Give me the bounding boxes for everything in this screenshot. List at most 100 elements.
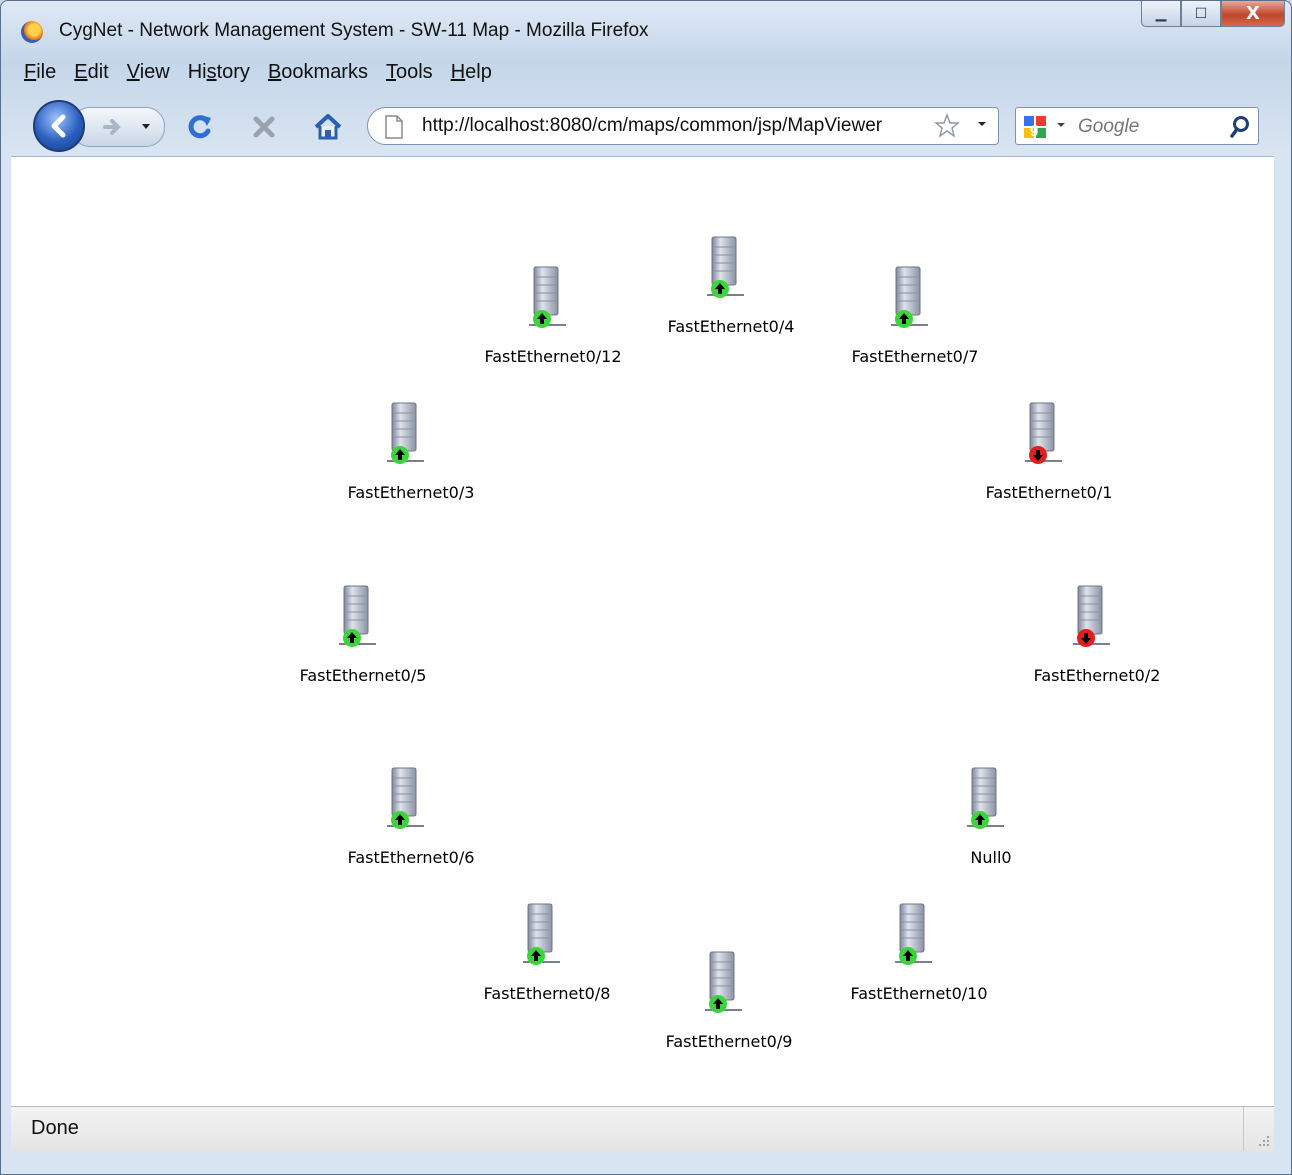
map-node[interactable]: FastEthernet0/5 — [273, 584, 453, 694]
firefox-icon — [21, 21, 43, 43]
menu-tools-accel: T — [385, 61, 396, 83]
map-node[interactable]: FastEthernet0/4 — [641, 235, 821, 345]
server-icon — [386, 767, 425, 829]
url-history-dropdown[interactable] — [976, 118, 988, 133]
server-icon — [966, 767, 1005, 829]
search-bar: g — [1015, 107, 1259, 145]
menu-view-label: iew — [139, 61, 170, 83]
node-label: FastEthernet0/1 — [985, 483, 1113, 502]
server-icon — [704, 951, 743, 1013]
node-label: FastEthernet0/4 — [667, 317, 795, 336]
map-viewer: FastEthernet0/4 FastEthernet0/12 FastEth… — [11, 156, 1274, 1106]
menu-bar: File Edit View History Bookmarks Tools H… — [15, 59, 501, 89]
map-node[interactable]: FastEthernet0/7 — [825, 265, 1005, 375]
map-node[interactable]: FastEthernet0/6 — [321, 766, 501, 876]
minimize-button[interactable]: ▁ — [1141, 1, 1181, 27]
server-icon — [338, 585, 377, 647]
menu-history-prefix: Hi — [187, 61, 207, 83]
menu-tools-label: ools — [395, 61, 433, 83]
status-badge — [533, 310, 551, 328]
history-dropdown-button[interactable] — [139, 115, 155, 137]
server-icon — [1072, 585, 1111, 647]
node-label: Null0 — [970, 848, 1012, 867]
node-label: FastEthernet0/10 — [850, 984, 988, 1003]
map-node[interactable]: Null0 — [901, 766, 1081, 876]
server-icon — [386, 402, 425, 464]
status-badge — [1077, 629, 1095, 647]
url-text[interactable]: http://localhost:8080/cm/maps/common/jsp… — [422, 115, 932, 137]
stop-button[interactable] — [247, 112, 281, 142]
google-engine-icon[interactable]: g — [1022, 114, 1054, 140]
status-badge — [709, 995, 727, 1013]
map-node[interactable]: FastEthernet0/9 — [639, 950, 819, 1060]
node-label: FastEthernet0/9 — [665, 1032, 793, 1051]
status-badge — [971, 811, 989, 829]
menu-history-accel: s — [206, 61, 217, 83]
engine-dropdown[interactable] — [1056, 120, 1066, 133]
forward-button[interactable] — [97, 112, 127, 142]
window-controls: ▁ ☐ X — [1141, 1, 1285, 27]
server-icon — [890, 266, 929, 328]
maximize-button[interactable]: ☐ — [1181, 1, 1221, 27]
server-icon — [522, 903, 561, 965]
map-node[interactable]: FastEthernet0/10 — [829, 902, 1009, 1012]
menu-help[interactable]: Help — [442, 59, 501, 89]
browser-window: CygNet - Network Management System - SW-… — [0, 0, 1292, 1175]
menu-help-label: elp — [465, 61, 492, 83]
map-node[interactable]: FastEthernet0/1 — [959, 401, 1139, 511]
node-label: FastEthernet0/2 — [1033, 666, 1161, 685]
menu-file-accel: F — [24, 61, 37, 83]
search-icon[interactable] — [1228, 114, 1252, 140]
status-badge — [527, 947, 545, 965]
node-label: FastEthernet0/3 — [347, 483, 475, 502]
map-node[interactable]: FastEthernet0/12 — [463, 265, 643, 375]
status-badge — [1029, 446, 1047, 464]
status-badge — [895, 310, 913, 328]
menu-view-accel: V — [126, 61, 140, 83]
menu-edit-accel: E — [74, 61, 88, 83]
menu-bookmarks-accel: B — [267, 61, 282, 83]
page-icon — [385, 115, 403, 139]
menu-bookmarks[interactable]: Bookmarks — [259, 59, 377, 89]
menu-edit-label: dit — [87, 61, 109, 83]
chevron-down-icon — [142, 124, 150, 129]
node-label: FastEthernet0/5 — [299, 666, 427, 685]
map-node[interactable]: FastEthernet0/2 — [1007, 584, 1187, 694]
menu-file-label: ile — [36, 61, 57, 83]
home-icon — [314, 114, 342, 140]
server-icon — [894, 903, 933, 965]
map-node[interactable]: FastEthernet0/3 — [321, 401, 501, 511]
status-divider — [1243, 1107, 1244, 1151]
menu-history[interactable]: History — [179, 59, 259, 89]
home-button[interactable] — [311, 112, 345, 142]
menu-file[interactable]: File — [15, 59, 65, 89]
menu-edit[interactable]: Edit — [65, 59, 117, 89]
server-icon — [1024, 402, 1063, 464]
menu-tools[interactable]: Tools — [377, 59, 442, 89]
resize-grip-icon[interactable] — [1256, 1133, 1270, 1147]
back-arrow-icon — [51, 114, 66, 138]
forward-arrow-icon — [103, 119, 121, 135]
status-bar: Done — [11, 1106, 1274, 1151]
menu-view[interactable]: View — [118, 59, 179, 89]
back-button[interactable] — [33, 100, 85, 152]
menu-history-label: tory — [216, 61, 250, 83]
stop-icon — [253, 116, 275, 138]
status-text: Done — [31, 1117, 79, 1139]
chevron-down-icon — [1057, 123, 1065, 127]
close-button[interactable]: X — [1221, 1, 1285, 27]
reload-button[interactable] — [183, 112, 217, 142]
map-node[interactable]: FastEthernet0/8 — [457, 902, 637, 1012]
status-badge — [711, 280, 729, 298]
node-label: FastEthernet0/6 — [347, 848, 475, 867]
status-badge — [343, 629, 361, 647]
search-input[interactable] — [1076, 113, 1220, 141]
chevron-down-icon — [978, 122, 986, 126]
reload-icon — [188, 115, 211, 139]
url-bar[interactable]: http://localhost:8080/cm/maps/common/jsp… — [367, 107, 999, 145]
menu-bookmarks-label: ookmarks — [281, 61, 368, 83]
server-icon — [528, 266, 567, 328]
bookmark-star-icon[interactable] — [934, 113, 960, 139]
node-label: FastEthernet0/12 — [484, 347, 622, 366]
title-bar[interactable]: CygNet - Network Management System - SW-… — [1, 1, 1291, 57]
